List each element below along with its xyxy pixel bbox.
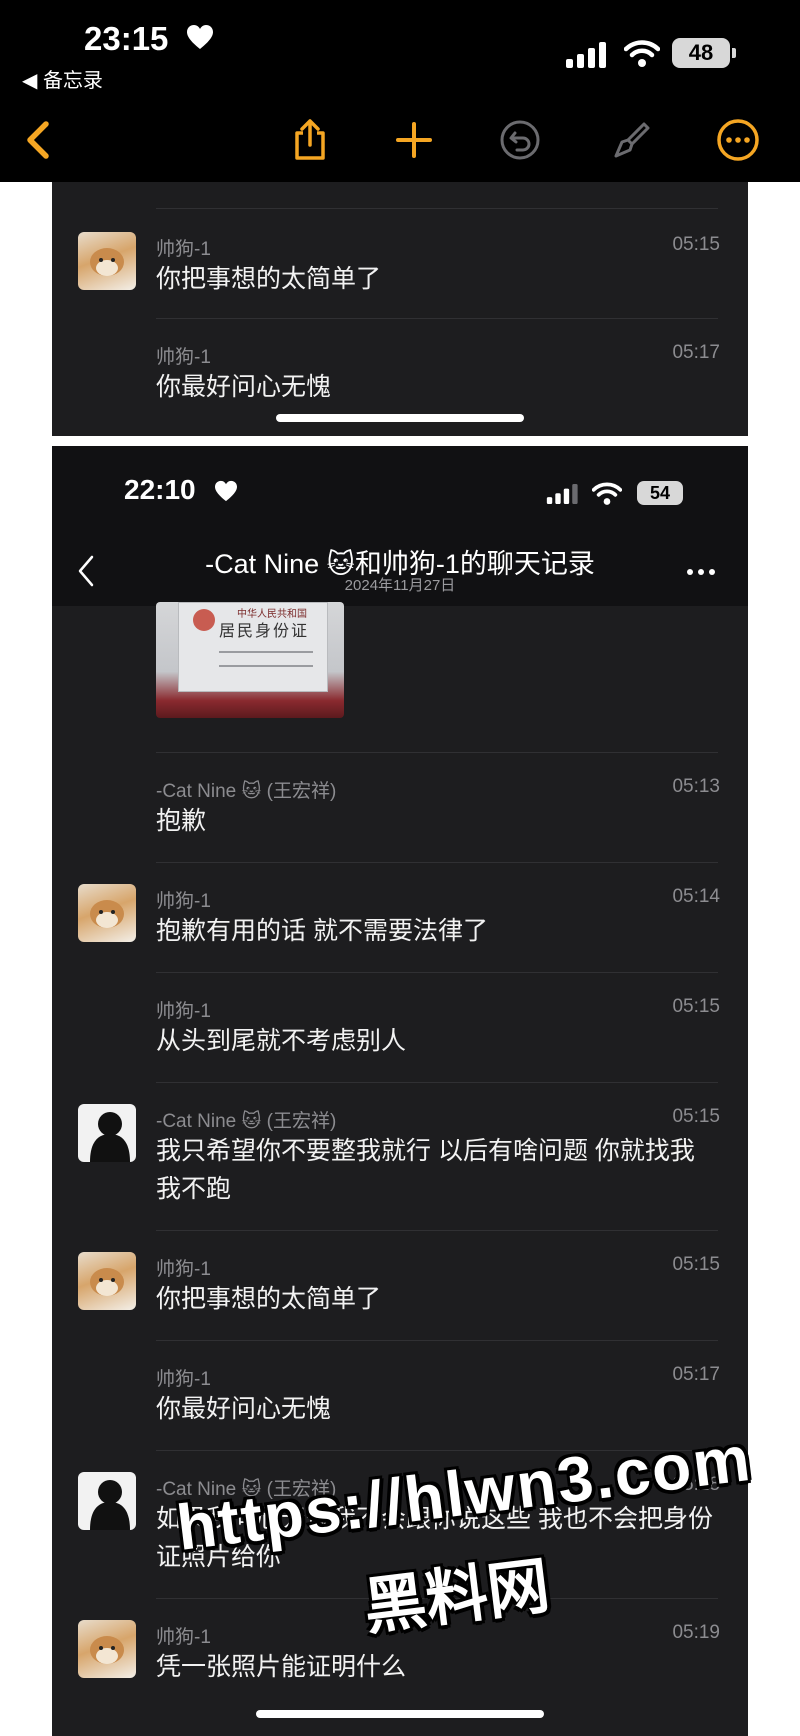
divider — [156, 1340, 718, 1341]
message-time: 05:15 — [672, 234, 720, 255]
plus-icon[interactable] — [392, 118, 436, 162]
divider — [156, 1230, 718, 1231]
battery-indicator: 48 — [672, 38, 736, 68]
chat-header: 22:10 54 -Cat Nine 🐱和帅狗-1的聊天记录 2024年11月2… — [52, 446, 748, 606]
message-time: 05:15 — [672, 1106, 720, 1127]
message-text: 你把事想的太简单了 — [156, 265, 382, 293]
avatar[interactable] — [78, 1104, 136, 1162]
avatar[interactable] — [78, 232, 136, 290]
wifi-icon — [624, 40, 660, 67]
id-card-title: 居民身份证 — [219, 621, 310, 640]
message-row: -Cat Nine 🐱 (王宏祥) 05:15 我只希望你不要整我就行 以后有啥… — [52, 1082, 748, 1230]
divider — [156, 318, 718, 319]
undo-icon[interactable] — [498, 118, 542, 162]
dog-avatar-icon — [90, 1268, 124, 1296]
message-time: 05:15 — [672, 996, 720, 1017]
chat-date: 2024年11月27日 — [344, 577, 456, 594]
divider — [156, 752, 718, 753]
message-time: 05:17 — [672, 342, 720, 363]
more-icon[interactable] — [686, 568, 716, 576]
screenshot-panel-1: 帅狗-1 05:15 你把事想的太简单了 帅狗-1 05:17 你最好问心无愧 — [52, 182, 748, 436]
person-avatar-icon — [90, 1480, 130, 1530]
heart-icon — [215, 480, 237, 502]
message-text: 你最好问心无愧 — [156, 373, 332, 401]
brush-icon[interactable] — [608, 118, 652, 162]
divider — [156, 1082, 718, 1083]
message-text: 从头到尾就不考虑别人 — [156, 1027, 407, 1055]
message-sender: 帅狗-1 — [156, 1259, 211, 1280]
message-sender: -Cat Nine 🐱 (王宏祥) — [156, 781, 337, 802]
message-row: 帅狗-1 05:17 你最好问心无愧 — [52, 318, 748, 428]
status-time: 22:10 — [124, 474, 196, 505]
message-time: 05:15 — [672, 1254, 720, 1275]
watermark-name: 黑料网 — [360, 1551, 554, 1643]
divider — [156, 208, 718, 209]
message-row: 帅狗-1 05:15 你把事想的太简单了 — [52, 208, 748, 318]
message-sender: -Cat Nine 🐱 (王宏祥) — [156, 1111, 337, 1132]
message-sender: 帅狗-1 — [156, 1369, 211, 1390]
message-sender: 帅狗-1 — [156, 239, 211, 260]
divider — [156, 862, 718, 863]
id-card-photo[interactable]: 中华人民共和国 居民身份证 — [156, 602, 344, 718]
divider — [156, 972, 718, 973]
message-time: 05:14 — [672, 886, 720, 907]
message-time: 05:17 — [672, 1364, 720, 1385]
message-row: -Cat Nine 🐱 (王宏祥) 05:13 抱歉 — [52, 752, 748, 862]
divider — [219, 651, 313, 653]
home-indicator — [276, 414, 524, 422]
signal-icon — [566, 42, 606, 68]
message-sender: 帅狗-1 — [156, 891, 211, 912]
message-row: 帅狗-1 05:14 抱歉有用的话 就不需要法律了 — [52, 862, 748, 972]
id-card: 中华人民共和国 居民身份证 — [178, 602, 328, 692]
status-time: 23:15 — [84, 20, 169, 57]
person-avatar-icon — [90, 1112, 130, 1162]
signal-icon — [546, 484, 578, 504]
dog-avatar-icon — [90, 1636, 124, 1664]
heart-icon — [187, 25, 213, 49]
emblem-icon — [193, 609, 215, 631]
dog-avatar-icon — [90, 900, 124, 928]
wifi-icon — [592, 482, 622, 505]
chevron-left-icon[interactable] — [18, 118, 62, 162]
back-to-app-link[interactable]: ◀ 备忘录 — [22, 64, 103, 93]
avatar[interactable] — [78, 884, 136, 942]
message-time: 05:13 — [672, 776, 720, 797]
message-text: 抱歉 — [156, 807, 207, 835]
avatar[interactable] — [78, 1472, 136, 1530]
share-icon[interactable] — [288, 118, 332, 162]
message-sender: 帅狗-1 — [156, 1001, 211, 1022]
message-text: 我只希望你不要整我就行 以后有啥问题 你就找我 我不跑 — [156, 1137, 695, 1203]
message-row: 帅狗-1 05:15 你把事想的太简单了 — [52, 1230, 748, 1340]
message-text: 抱歉有用的话 就不需要法律了 — [156, 917, 488, 945]
divider — [219, 665, 313, 667]
more-circle-icon[interactable] — [716, 118, 760, 162]
notes-header: 23:15 ◀ 备忘录 48 — [0, 0, 800, 182]
avatar[interactable] — [78, 1620, 136, 1678]
message-text: 你把事想的太简单了 — [156, 1285, 382, 1313]
message-sender: 帅狗-1 — [156, 347, 211, 368]
battery-indicator: 54 — [637, 481, 683, 505]
dog-avatar-icon — [90, 248, 124, 276]
message-row: 帅狗-1 05:15 从头到尾就不考虑别人 — [52, 972, 748, 1082]
avatar[interactable] — [78, 1252, 136, 1310]
